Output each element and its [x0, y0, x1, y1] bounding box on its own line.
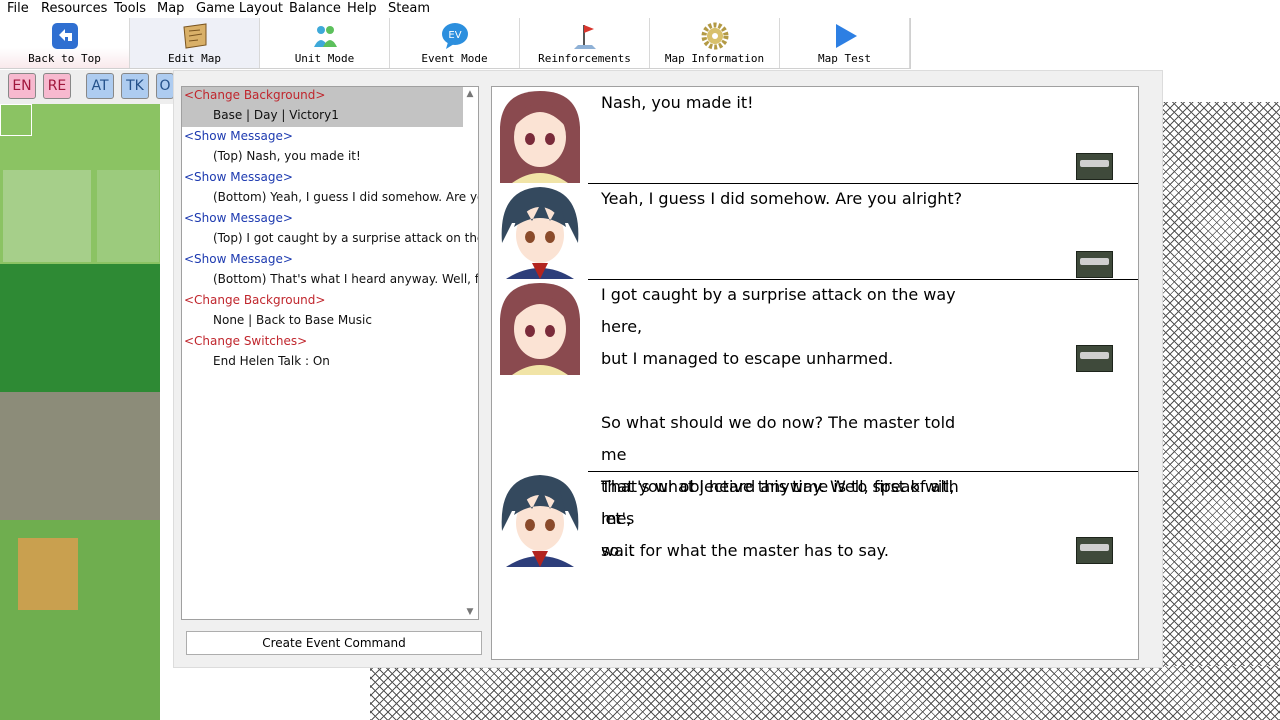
map-information-label: Map Information [664, 52, 765, 65]
message-text: That's what I heard anyway. Well, first … [601, 477, 955, 560]
message-preview: That's what I heard anyway. Well, first … [492, 471, 1138, 567]
mountain-tiles[interactable] [0, 392, 160, 520]
command-type[interactable]: <Show Message> [184, 211, 293, 225]
forest-tiles[interactable] [0, 264, 160, 392]
message-preview: Nash, you made it! [492, 87, 1138, 184]
helen-portrait [492, 87, 588, 183]
message-preview: I got caught by a surprise attack on the… [492, 279, 1138, 560]
layer-at-button[interactable]: AT [86, 73, 114, 99]
layer-re-button[interactable]: RE [43, 73, 71, 99]
dirt-tile[interactable] [18, 538, 78, 610]
command-detail[interactable]: End Helen Talk : On [213, 354, 330, 368]
meadow-tile-2[interactable] [97, 170, 159, 262]
event-mode-button[interactable]: EV Event Mode [390, 18, 520, 68]
edit-map-button[interactable]: Edit Map [130, 18, 260, 68]
edit-map-label: Edit Map [168, 52, 221, 65]
menu-bar: File Resources Tools Map Game Layout Bal… [0, 0, 1280, 18]
tile-cursor [0, 104, 32, 136]
command-detail[interactable]: (Bottom) Yeah, I guess I did somehow. Ar… [213, 190, 478, 204]
unit-mode-button[interactable]: Unit Mode [260, 18, 390, 68]
scroll-up-icon[interactable]: ▲ [463, 87, 477, 101]
layer-o-button[interactable]: O [156, 73, 174, 99]
command-type[interactable]: <Show Message> [184, 129, 293, 143]
command-type[interactable]: <Change Switches> [184, 334, 307, 348]
reinforcements-button[interactable]: Reinforcements [520, 18, 650, 68]
map-canvas-background [1162, 102, 1280, 720]
back-to-top-label: Back to Top [28, 52, 101, 65]
command-detail[interactable]: (Top) Nash, you made it! [213, 149, 361, 163]
event-editor-dialog: <Change Background> Base | Day | Victory… [173, 70, 1163, 668]
gear-icon [701, 22, 728, 50]
menu-map[interactable]: Map [157, 1, 184, 16]
nash-portrait [492, 183, 588, 279]
units-icon [313, 26, 337, 47]
scroll-down-icon[interactable]: ▼ [463, 605, 477, 619]
meadow-tile[interactable] [3, 170, 91, 262]
back-arrow-icon [51, 23, 78, 49]
mode-toolbar: Back to Top Edit Map Unit Mode EV Event … [0, 18, 911, 69]
flag-icon [573, 25, 596, 49]
helen-portrait [492, 279, 588, 375]
map-test-label: Map Test [818, 52, 871, 65]
message-text: Yeah, I guess I did somehow. Are you alr… [601, 189, 963, 208]
command-type[interactable]: <Change Background> [184, 293, 325, 307]
command-detail[interactable]: None | Back to Base Music [213, 313, 372, 327]
menu-help[interactable]: Help [347, 1, 377, 16]
nash-portrait [492, 471, 588, 567]
layer-en-button[interactable]: EN [8, 73, 36, 99]
menu-file[interactable]: File [7, 1, 29, 16]
wait-indicator-icon [1076, 345, 1113, 372]
message-preview-panel: Nash, you made it! Yeah, I guess I did s… [491, 86, 1139, 660]
command-detail[interactable]: (Top) I got caught by a surprise attack … [213, 231, 478, 245]
command-type[interactable]: <Show Message> [184, 170, 293, 184]
map-scroll-icon [182, 23, 206, 49]
command-type[interactable]: <Show Message> [184, 252, 293, 266]
event-bubble-icon: EV [441, 23, 468, 49]
layer-tk-button[interactable]: TK [121, 73, 149, 99]
svg-text:EV: EV [448, 30, 461, 41]
back-to-top-button[interactable]: Back to Top [0, 18, 130, 68]
map-canvas-background-bottom [370, 666, 1280, 720]
create-event-command-button[interactable]: Create Event Command [186, 631, 482, 655]
command-list-scrollbar[interactable]: ▲ ▼ [463, 87, 477, 619]
unit-mode-label: Unit Mode [294, 52, 355, 65]
menu-game-layout[interactable]: Game Layout [196, 1, 283, 16]
map-test-button[interactable]: Map Test [780, 18, 910, 68]
command-type[interactable]: <Change Background> [184, 88, 325, 102]
menu-tools[interactable]: Tools [114, 1, 146, 16]
wait-indicator-icon [1076, 537, 1113, 564]
reinforcements-label: Reinforcements [538, 52, 631, 65]
play-icon [835, 24, 857, 48]
message-text: Nash, you made it! [601, 93, 754, 112]
event-mode-label: Event Mode [421, 52, 488, 65]
wait-indicator-icon [1076, 153, 1113, 180]
map-information-button[interactable]: Map Information [650, 18, 780, 68]
command-detail[interactable]: Base | Day | Victory1 [213, 108, 339, 122]
wait-indicator-icon [1076, 251, 1113, 278]
menu-resources[interactable]: Resources [41, 1, 107, 16]
message-preview: Yeah, I guess I did somehow. Are you alr… [492, 183, 1138, 280]
menu-balance[interactable]: Balance [289, 1, 341, 16]
command-detail[interactable]: (Bottom) That's what I heard anyway. Wel… [213, 272, 478, 286]
event-command-list[interactable]: <Change Background> Base | Day | Victory… [181, 86, 479, 620]
menu-steam[interactable]: Steam [388, 1, 430, 16]
